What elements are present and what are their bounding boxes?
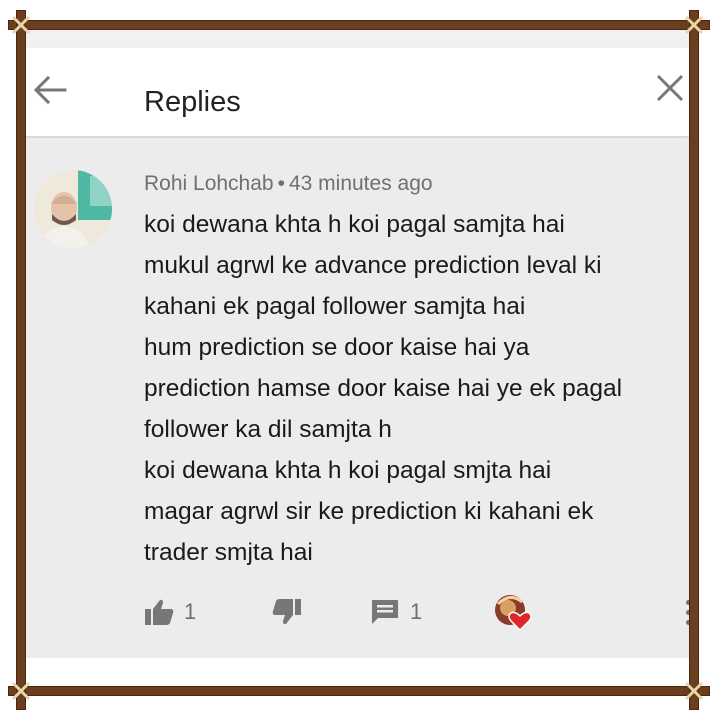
frame-left <box>16 10 26 710</box>
more-options-button[interactable] <box>678 592 689 632</box>
user-avatar-image <box>34 170 112 248</box>
creator-heart-icon <box>495 595 532 632</box>
comment-item: Rohi Lohchab • 43 minutes ago koi dewana k… <box>26 138 689 658</box>
frame-bottom <box>8 686 710 696</box>
next-item-edge <box>26 658 689 686</box>
more-vert-icon <box>685 599 689 605</box>
comment-line: hum prediction se door kaise hai ya <box>144 334 530 361</box>
replies-header: Replies <box>26 48 689 137</box>
reply-button[interactable]: 1 <box>370 590 422 634</box>
creator-heart-badge <box>494 592 534 632</box>
back-button[interactable] <box>30 70 70 110</box>
thumbs-up-icon <box>145 599 174 625</box>
frame-top <box>8 20 710 30</box>
comment-line: koi dewana khta h koi pagal smjta hai <box>144 457 552 484</box>
page-title: Replies <box>144 86 241 118</box>
dislike-button[interactable] <box>272 590 302 634</box>
app-screen: Replies Rohi Lohchab • 43 minutes ago koi … <box>26 30 689 686</box>
comment-line: trader smjta hai <box>144 539 313 566</box>
comment-line: prediction hamse door kaise hai ye ek pa… <box>144 375 623 402</box>
comment-line: kahani ek pagal follower samjta hai <box>144 293 526 320</box>
frame-corner-bottom-left <box>10 680 32 702</box>
comment-time: 43 minutes ago <box>288 172 433 195</box>
comment-line: koi dewana khta h koi pagal samjta hai <box>144 211 565 238</box>
more-vert-icon <box>685 619 689 625</box>
comment-text: koi dewana khta h koi pagal samjta hai m… <box>144 204 689 573</box>
close-icon <box>656 74 684 102</box>
more-vert-icon <box>685 609 689 615</box>
comment-line: mukul agrwl ke advance prediction leval … <box>144 252 602 279</box>
frame-right <box>689 10 699 710</box>
frame-corner-top-left <box>10 14 32 36</box>
author-name[interactable]: Rohi Lohchab <box>144 172 274 195</box>
comment-meta: Rohi Lohchab • 43 minutes ago <box>144 170 433 198</box>
comment-line: magar agrwl sir ke prediction ki kahani … <box>144 498 594 525</box>
comment-line: follower ka dil samjta h <box>144 416 392 443</box>
like-button[interactable]: 1 <box>144 590 196 634</box>
meta-separator: • <box>277 172 285 195</box>
avatar[interactable] <box>34 170 112 248</box>
frame-corner-bottom-right <box>683 680 705 702</box>
reply-count: 1 <box>410 599 423 624</box>
like-count: 1 <box>184 599 197 624</box>
comment-actions: 1 1 <box>144 590 689 634</box>
close-button[interactable] <box>650 68 689 108</box>
thumbs-down-icon <box>272 599 301 625</box>
arrow-back-icon <box>33 75 67 105</box>
reply-icon <box>372 600 398 624</box>
frame-corner-top-right <box>683 14 705 36</box>
